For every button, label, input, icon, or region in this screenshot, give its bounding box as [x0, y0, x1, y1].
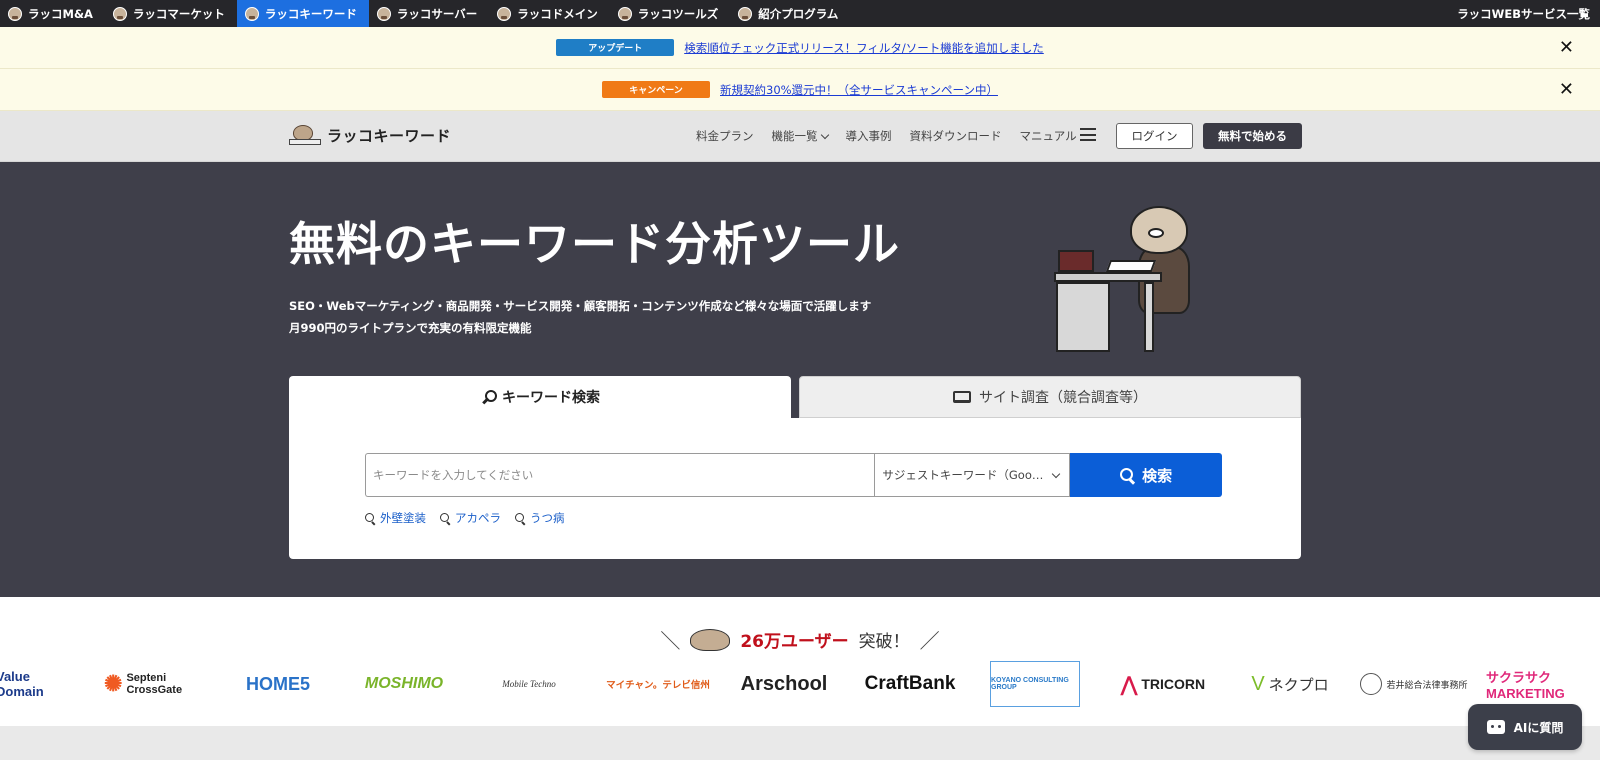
customer-logo: V ネクプロ [1251, 672, 1329, 695]
search-icon [365, 512, 376, 524]
search-tabs: キーワード検索 サイト調査（競合調査等） [289, 376, 1301, 418]
update-link[interactable]: 検索順位チェック正式リリース！フィルタ/ソート機能を追加しました [684, 40, 1044, 56]
otter-icon [376, 6, 391, 21]
customer-logo: HOME5 [245, 673, 310, 694]
nav-download[interactable]: 資料ダウンロード [910, 128, 1002, 144]
site-tab-server[interactable]: ラッコサーバー [369, 0, 489, 27]
otter-icon [690, 628, 731, 651]
customer-logo: Mobile Techno [502, 679, 556, 689]
campaign-badge: キャンペーン [602, 81, 710, 98]
otter-illustration [1050, 202, 1210, 352]
example-keyword-link[interactable]: 外壁塗装 [365, 510, 426, 526]
customer-logo: サクラサク MARKETING [1486, 670, 1565, 701]
users-section: ＼ 26万ユーザー 突破！ ／ Value Domain ✺Septeni Cr… [0, 597, 1600, 726]
keyword-input[interactable] [365, 453, 875, 497]
ai-chat-button[interactable]: AIに質問 [1468, 704, 1582, 750]
all-services-link[interactable]: ラッコWEBサービス一覧 [1457, 0, 1600, 27]
user-count: 26万ユーザー [740, 632, 849, 652]
site-tab-keyword[interactable]: ラッコキーワード [236, 0, 369, 27]
close-icon[interactable]: ✕ [1559, 37, 1574, 58]
search-card: サジェストキーワード（Googl… 検索 外壁塗装 アカペラ うつ病 [289, 418, 1301, 559]
signup-button[interactable]: 無料で始める [1203, 123, 1302, 149]
key-icon [480, 390, 497, 404]
site-tab-tools[interactable]: ラッコツールズ [610, 0, 731, 27]
site-tab-referral[interactable]: 紹介プログラム [730, 0, 850, 27]
hero-subtitle-plan: 月990円のライトプランで充実の有料限定機能 [289, 321, 532, 335]
nav-manual[interactable]: マニュアル [1020, 128, 1077, 144]
login-button[interactable]: ログイン [1116, 123, 1193, 149]
site-tab-domain[interactable]: ラッコドメイン [489, 0, 610, 27]
chevron-down-icon [1051, 469, 1061, 478]
customer-logo: KOYANO CONSULTING GROUP [990, 661, 1080, 707]
example-keywords: 外壁塗装 アカペラ うつ病 [365, 510, 565, 526]
close-icon[interactable]: ✕ [1559, 79, 1574, 100]
site-header: ラッコキーワード 料金プラン 機能一覧 導入事例 資料ダウンロード マニュアル … [0, 111, 1600, 162]
example-keyword-link[interactable]: アカペラ [440, 510, 501, 526]
chevron-down-icon [820, 130, 829, 139]
tab-keyword-search[interactable]: キーワード検索 [289, 376, 791, 418]
customer-logos: Value Domain ✺Septeni CrossGate HOME5 MO… [0, 661, 1600, 711]
site-logo[interactable]: ラッコキーワード [289, 123, 451, 147]
hamburger-menu-icon[interactable] [1080, 128, 1096, 141]
customer-logo: ✺ Septeni CrossGate [104, 671, 183, 696]
tab-site-research[interactable]: サイト調査（競合調査等） [799, 376, 1301, 418]
customer-logo: Value Domain [0, 669, 44, 699]
nav-features[interactable]: 機能一覧 [772, 128, 829, 144]
nav-cases[interactable]: 導入事例 [846, 128, 892, 144]
example-keyword-link[interactable]: うつ病 [515, 510, 565, 526]
page-bottom [0, 726, 1600, 760]
campaign-link[interactable]: 新規契約30%還元中！（全サービスキャンペーン中） [720, 82, 998, 98]
otter-icon [617, 6, 632, 21]
notice-update: アップデート 検索順位チェック正式リリース！フィルタ/ソート機能を追加しました … [0, 27, 1600, 69]
customer-logo: マイチャン。テレビ信州 [606, 680, 710, 691]
search-icon [1120, 468, 1134, 482]
robot-icon [1486, 720, 1505, 734]
otter-logo-icon [289, 123, 321, 147]
logo-text: ラッコキーワード [327, 126, 452, 145]
search-icon [440, 512, 451, 524]
hero-subtitle: SEO・Webマーケティング・商品開発・サービス開発・顧客開拓・コンテンツ作成な… [289, 299, 872, 313]
users-headline: ＼ 26万ユーザー 突破！ ／ [660, 628, 940, 653]
customer-logo: Arschool [740, 672, 828, 695]
otter-icon [738, 6, 753, 21]
customer-logo: CraftBank [864, 673, 956, 694]
update-badge: アップデート [556, 39, 675, 56]
otter-icon [497, 6, 512, 21]
customer-logo: 若井総合法律事務所 [1358, 661, 1470, 707]
hero-title: 無料のキーワード分析ツール [289, 217, 900, 271]
otter-icon [244, 6, 259, 21]
customer-logo: MOSHIMO [364, 675, 444, 692]
customer-logo: ⋀ TRICORN [1120, 673, 1206, 696]
laptop-icon [953, 391, 971, 403]
search-icon [515, 512, 526, 524]
site-tab-ma[interactable]: ラッコM&A [0, 0, 105, 27]
main-nav: 料金プラン 機能一覧 導入事例 資料ダウンロード マニュアル [696, 128, 1077, 144]
search-button[interactable]: 検索 [1070, 453, 1222, 497]
site-tab-market[interactable]: ラッコマーケット [105, 0, 237, 27]
notice-campaign: キャンペーン 新規契約30%還元中！（全サービスキャンペーン中） ✕ [0, 69, 1600, 111]
search-form: サジェストキーワード（Googl… 検索 [365, 453, 1222, 497]
nav-pricing[interactable]: 料金プラン [696, 128, 754, 144]
otter-icon [8, 6, 22, 21]
top-site-nav: ラッコM&A ラッコマーケット ラッコキーワード ラッコサーバー ラッコドメイン… [0, 0, 1600, 27]
otter-icon [112, 6, 127, 21]
suggest-type-select[interactable]: サジェストキーワード（Googl… [874, 453, 1071, 497]
